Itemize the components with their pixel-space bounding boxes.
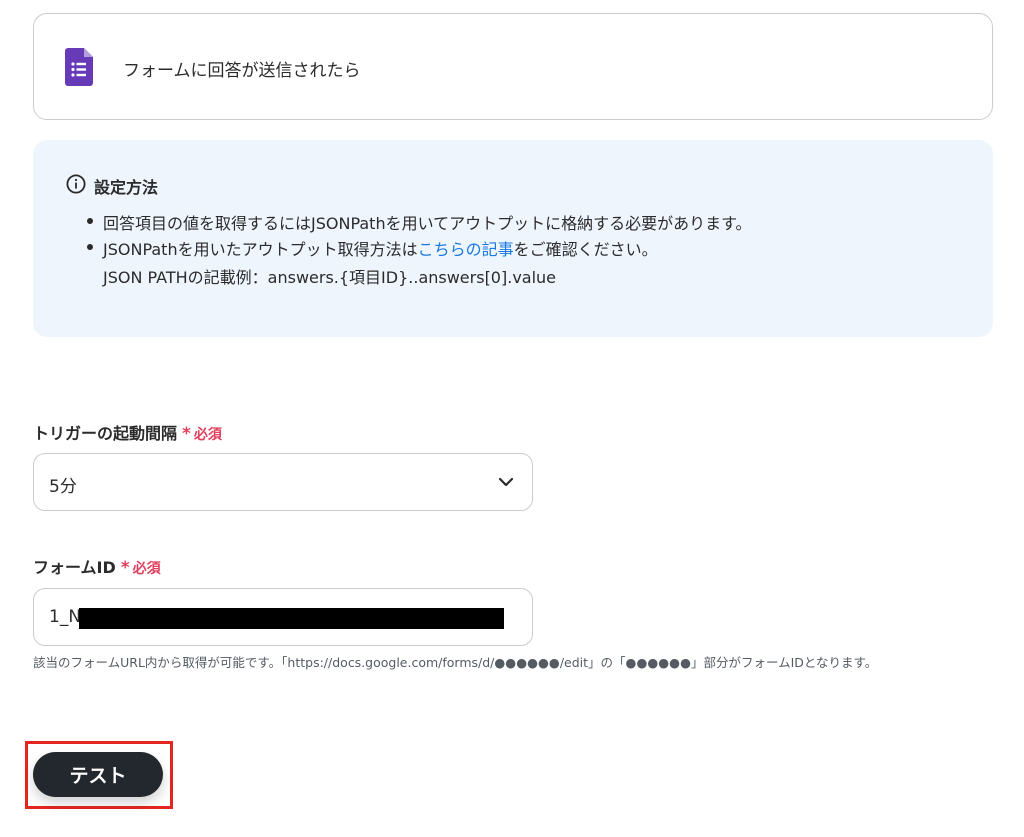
info-title: 設定方法 xyxy=(94,178,159,197)
form-id-label-text: フォームID xyxy=(33,558,116,577)
interval-select[interactable]: 5分 xyxy=(33,453,533,511)
chevron-down-icon xyxy=(498,477,514,487)
info-bullet-1: 回答項目の値を取得するにはJSONPathを用いてアウトプットに格納する必要があ… xyxy=(103,214,752,233)
test-button[interactable]: テスト xyxy=(33,752,163,797)
required-star: * xyxy=(182,424,191,444)
json-path-example: JSON PATHの記載例：answers.{項目ID}..answers[0]… xyxy=(103,268,557,287)
form-id-input-value: 1_N xyxy=(49,607,82,627)
form-id-input[interactable]: 1_N xyxy=(33,588,533,646)
interval-select-value: 5分 xyxy=(49,477,77,497)
form-id-field-label: フォームID * 必須 xyxy=(33,554,161,578)
interval-label-text: トリガーの起動間隔 xyxy=(33,424,178,443)
redaction-bar xyxy=(79,608,504,629)
required-badge: 必須 xyxy=(193,427,222,443)
interval-field-label: トリガーの起動間隔 * 必須 xyxy=(33,420,222,444)
info-bullet-2: JSONPathを用いたアウトプット取得方法はこちらの記事をご確認ください。 xyxy=(103,236,658,260)
bullet-dot xyxy=(87,218,93,224)
trigger-label: フォームに回答が送信されたら xyxy=(123,61,361,81)
required-badge: 必須 xyxy=(132,561,161,577)
article-link[interactable]: こちらの記事 xyxy=(418,240,514,259)
google-forms-icon xyxy=(65,48,93,86)
form-id-helper-text: 該当のフォームURL内から取得が可能です。「https://docs.googl… xyxy=(33,655,878,670)
bullet-dot xyxy=(87,244,93,250)
setup-info-panel: 設定方法 回答項目の値を取得するにはJSONPathを用いてアウトプットに格納す… xyxy=(33,140,993,337)
info-bullet-2-suffix: をご確認ください。 xyxy=(513,240,658,259)
trigger-card: フォームに回答が送信されたら xyxy=(33,13,993,120)
required-star: * xyxy=(120,558,130,578)
info-icon xyxy=(66,174,86,194)
info-bullet-2-prefix: JSONPathを用いたアウトプット取得方法は xyxy=(103,240,418,259)
